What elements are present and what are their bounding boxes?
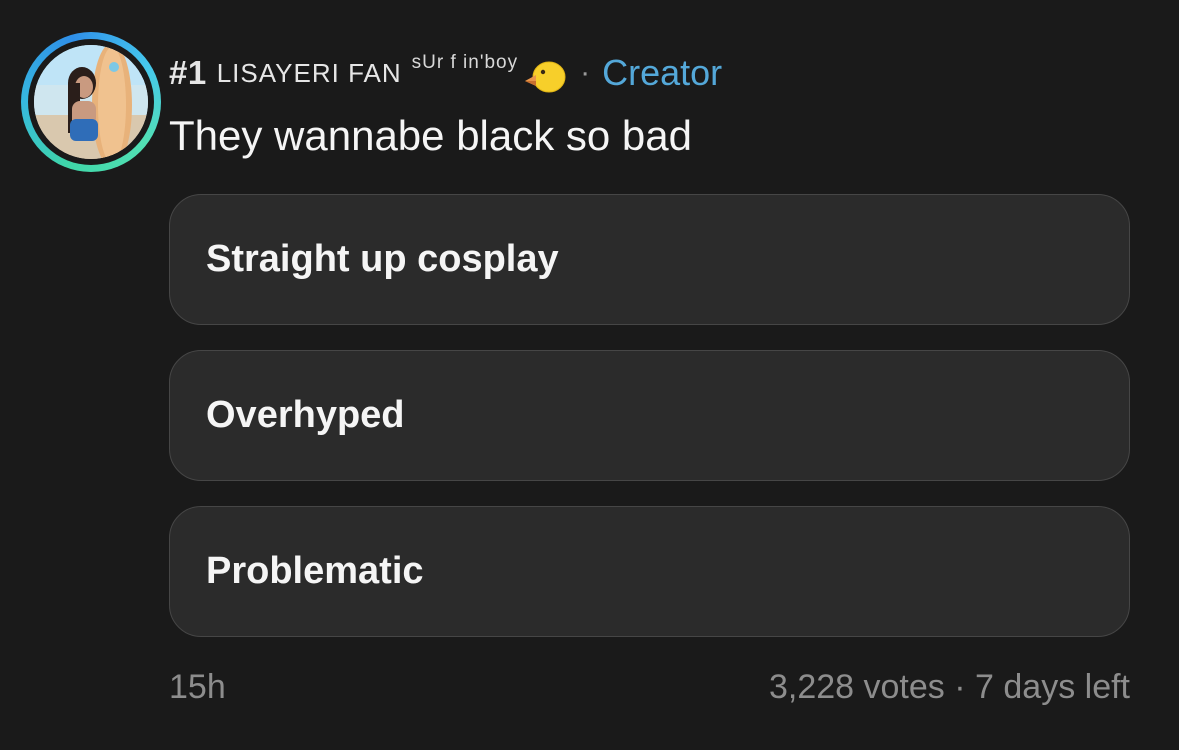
- avatar[interactable]: [21, 32, 161, 172]
- vote-count: 3,228 votes: [768, 668, 945, 706]
- poll-option-overhyped[interactable]: Overhyped: [169, 350, 1130, 481]
- poll-stats: 3,228 votes · 7 days left: [769, 668, 1130, 707]
- creator-tag: Creator: [602, 52, 723, 93]
- poll-option-problematic[interactable]: Problematic: [169, 506, 1130, 637]
- rank-label: #1: [169, 54, 207, 91]
- poll-question: They wannabe black so bad: [169, 112, 693, 159]
- poll-option-label: Overhyped: [206, 394, 405, 436]
- duck-icon: [522, 55, 568, 95]
- display-name[interactable]: LISAYERI FAN: [217, 58, 402, 89]
- post-timestamp: 15h: [169, 668, 226, 706]
- poll-option-label: Problematic: [206, 550, 424, 592]
- poll-option-label: Straight up cosplay: [206, 238, 559, 280]
- header-separator: ·: [580, 56, 591, 89]
- post-header: #1 LISAYERI FAN sUr f in'boy · Creator: [169, 48, 722, 98]
- name-suffix: sUr f in'boy: [411, 52, 519, 73]
- poll-option-straight-up-cosplay[interactable]: Straight up cosplay: [169, 194, 1130, 325]
- time-left: 7 days left: [975, 668, 1130, 706]
- stats-separator: ·: [954, 668, 966, 706]
- avatar-photo: [34, 45, 148, 159]
